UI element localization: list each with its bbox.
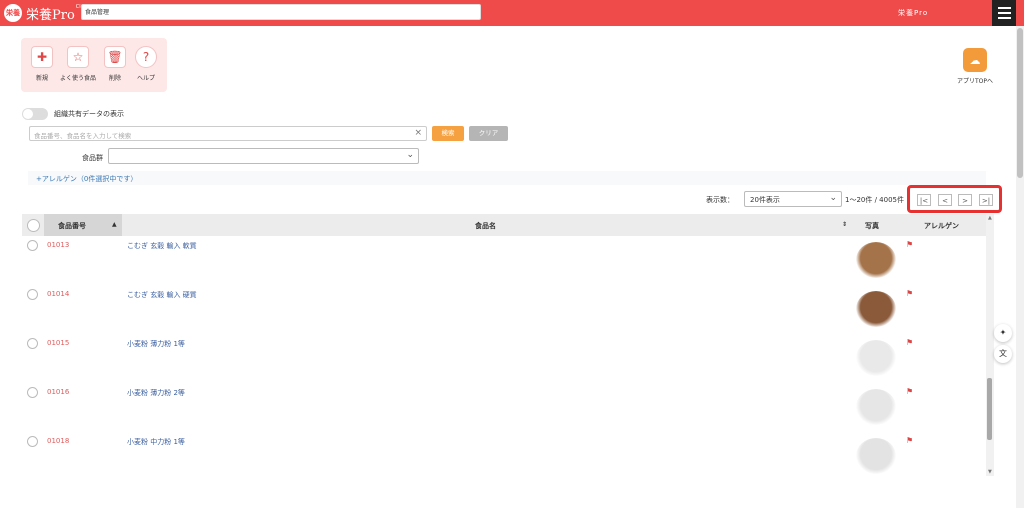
top-bar: 栄養 栄養Pro Cloud 食品管理 栄養Pro — [0, 0, 1024, 26]
table-scrollbar[interactable] — [986, 214, 994, 476]
favorite-foods-button[interactable]: ☆ よく使う食品 — [59, 46, 97, 82]
user-name[interactable]: 栄養Pro — [898, 8, 928, 18]
search-button[interactable]: 検索 — [432, 126, 464, 141]
pagination-controls: |< < > >| — [907, 185, 1002, 213]
help-button[interactable]: ? ヘルプ — [127, 46, 165, 82]
allergen-filter-bar: +アレルゲン（0件選択中です） — [28, 171, 986, 185]
table-row[interactable]: 01013 こむぎ 玄穀 輸入 軟質 ⚑ — [22, 236, 986, 286]
search-input[interactable]: 食品番号、食品名を入力して検索 × — [29, 126, 427, 141]
row-checkbox[interactable] — [27, 387, 38, 398]
next-page-button[interactable]: > — [958, 194, 972, 206]
wheat-allergen-icon: ⚑ — [906, 289, 914, 298]
clear-search-icon[interactable]: × — [414, 128, 422, 138]
per-page-select[interactable]: 20件表示 ⌄ — [744, 191, 842, 207]
trash-icon: 🗑 — [104, 46, 126, 68]
food-number[interactable]: 01013 — [47, 241, 69, 249]
select-all-checkbox[interactable] — [27, 219, 40, 232]
allergen-column-header: アレルゲン — [924, 222, 959, 230]
help-icon: ? — [135, 46, 157, 68]
sparkle-icon[interactable]: ✦ — [994, 324, 1012, 342]
wheat-allergen-icon: ⚑ — [906, 338, 914, 347]
favorite-foods-label: よく使う食品 — [59, 75, 96, 82]
number-column-header[interactable]: 食品番号 ▲ — [44, 214, 122, 236]
table-header: 食品番号 ▲ 食品名 ⇕ 写真 アレルゲン — [22, 214, 986, 236]
food-photo — [856, 291, 896, 327]
star-icon: ☆ — [67, 46, 89, 68]
table-row[interactable]: 01014 こむぎ 玄穀 輸入 硬質 ⚑ — [22, 285, 986, 335]
food-photo — [856, 340, 896, 376]
food-photo — [856, 438, 896, 474]
photo-column-header: 写真 — [865, 222, 879, 230]
page-scrollbar[interactable] — [1016, 26, 1024, 508]
allergen-link[interactable]: +アレルゲン（0件選択中です） — [36, 174, 137, 184]
clear-button[interactable]: クリア — [469, 126, 508, 141]
row-checkbox[interactable] — [27, 436, 38, 447]
food-number[interactable]: 01014 — [47, 290, 69, 298]
table-row[interactable]: 01015 小麦粉 薄力粉 1等 ⚑ — [22, 334, 986, 384]
row-checkbox[interactable] — [27, 338, 38, 349]
hamburger-menu-button[interactable] — [992, 0, 1016, 26]
shared-data-toggle-label: 組織共有データの表示 — [54, 110, 124, 118]
food-name[interactable]: 小麦粉 薄力粉 2等 — [127, 388, 185, 398]
search-placeholder: 食品番号、食品名を入力して検索 — [34, 132, 132, 140]
new-button[interactable]: ✚ 新規 — [23, 46, 61, 82]
wheat-allergen-icon: ⚑ — [906, 436, 914, 445]
food-table: 食品番号 ▲ 食品名 ⇕ 写真 アレルゲン 01013 こむぎ 玄穀 輸入 軟質… — [22, 214, 986, 476]
hamburger-icon — [997, 7, 1011, 9]
toggle-knob — [23, 109, 33, 119]
food-group-select[interactable]: ⌄ — [108, 148, 419, 164]
food-photo — [856, 242, 896, 278]
app-top-label: アプリTOPへ — [956, 78, 993, 85]
sort-asc-icon: ▲ — [112, 221, 117, 228]
table-row[interactable]: 01016 小麦粉 薄力粉 2等 ⚑ — [22, 383, 986, 433]
shared-data-toggle[interactable] — [22, 108, 48, 120]
table-scrollbar-thumb[interactable] — [987, 378, 992, 440]
food-number[interactable]: 01018 — [47, 437, 69, 445]
prev-page-button[interactable]: < — [938, 194, 952, 206]
name-column-header[interactable]: 食品名 — [475, 221, 496, 231]
wheat-allergen-icon: ⚑ — [906, 240, 914, 249]
action-toolbar: ✚ 新規 ☆ よく使う食品 🗑 削除 ? ヘルプ — [21, 38, 167, 92]
food-number[interactable]: 01016 — [47, 388, 69, 396]
row-checkbox[interactable] — [27, 289, 38, 300]
food-number[interactable]: 01015 — [47, 339, 69, 347]
number-header-label: 食品番号 — [58, 222, 86, 230]
per-page-value: 20件表示 — [750, 196, 780, 204]
food-name[interactable]: こむぎ 玄穀 輸入 軟質 — [127, 241, 197, 251]
wheat-allergen-icon: ⚑ — [906, 387, 914, 396]
food-name[interactable]: こむぎ 玄穀 輸入 硬質 — [127, 290, 197, 300]
chevron-down-icon: ⌄ — [406, 150, 414, 160]
row-checkbox[interactable] — [27, 240, 38, 251]
help-label: ヘルプ — [136, 75, 155, 82]
new-food-icon: ✚ — [31, 46, 53, 68]
food-photo — [856, 389, 896, 425]
table-row[interactable]: 01018 小麦粉 中力粉 1等 ⚑ — [22, 432, 986, 476]
scroll-down-icon[interactable]: ▼ — [988, 469, 992, 475]
translate-icon[interactable]: 文 — [994, 345, 1012, 363]
scroll-up-icon[interactable]: ▲ — [988, 215, 992, 221]
food-name[interactable]: 小麦粉 中力粉 1等 — [127, 437, 185, 447]
app-top-button[interactable]: ☁ アプリTOPへ — [955, 48, 995, 85]
app-logo[interactable]: 栄養 栄養Pro Cloud — [4, 3, 90, 23]
new-label: 新規 — [35, 75, 48, 82]
logo-mark: 栄養 — [4, 4, 22, 22]
app-title-field: 食品管理 — [81, 4, 481, 20]
last-page-button[interactable]: >| — [979, 194, 993, 206]
cloud-icon: ☁ — [963, 48, 987, 72]
food-name[interactable]: 小麦粉 薄力粉 1等 — [127, 339, 185, 349]
page-scrollbar-thumb[interactable] — [1017, 28, 1023, 178]
food-group-label: 食品群 — [82, 154, 103, 162]
chevron-down-icon: ⌄ — [829, 193, 837, 203]
logo-text: 栄養Pro — [26, 7, 75, 23]
result-range: 1〜20件 / 4005件 — [845, 196, 904, 204]
per-page-label: 表示数： — [706, 196, 734, 204]
first-page-button[interactable]: |< — [917, 194, 931, 206]
sort-icon[interactable]: ⇕ — [842, 221, 847, 228]
